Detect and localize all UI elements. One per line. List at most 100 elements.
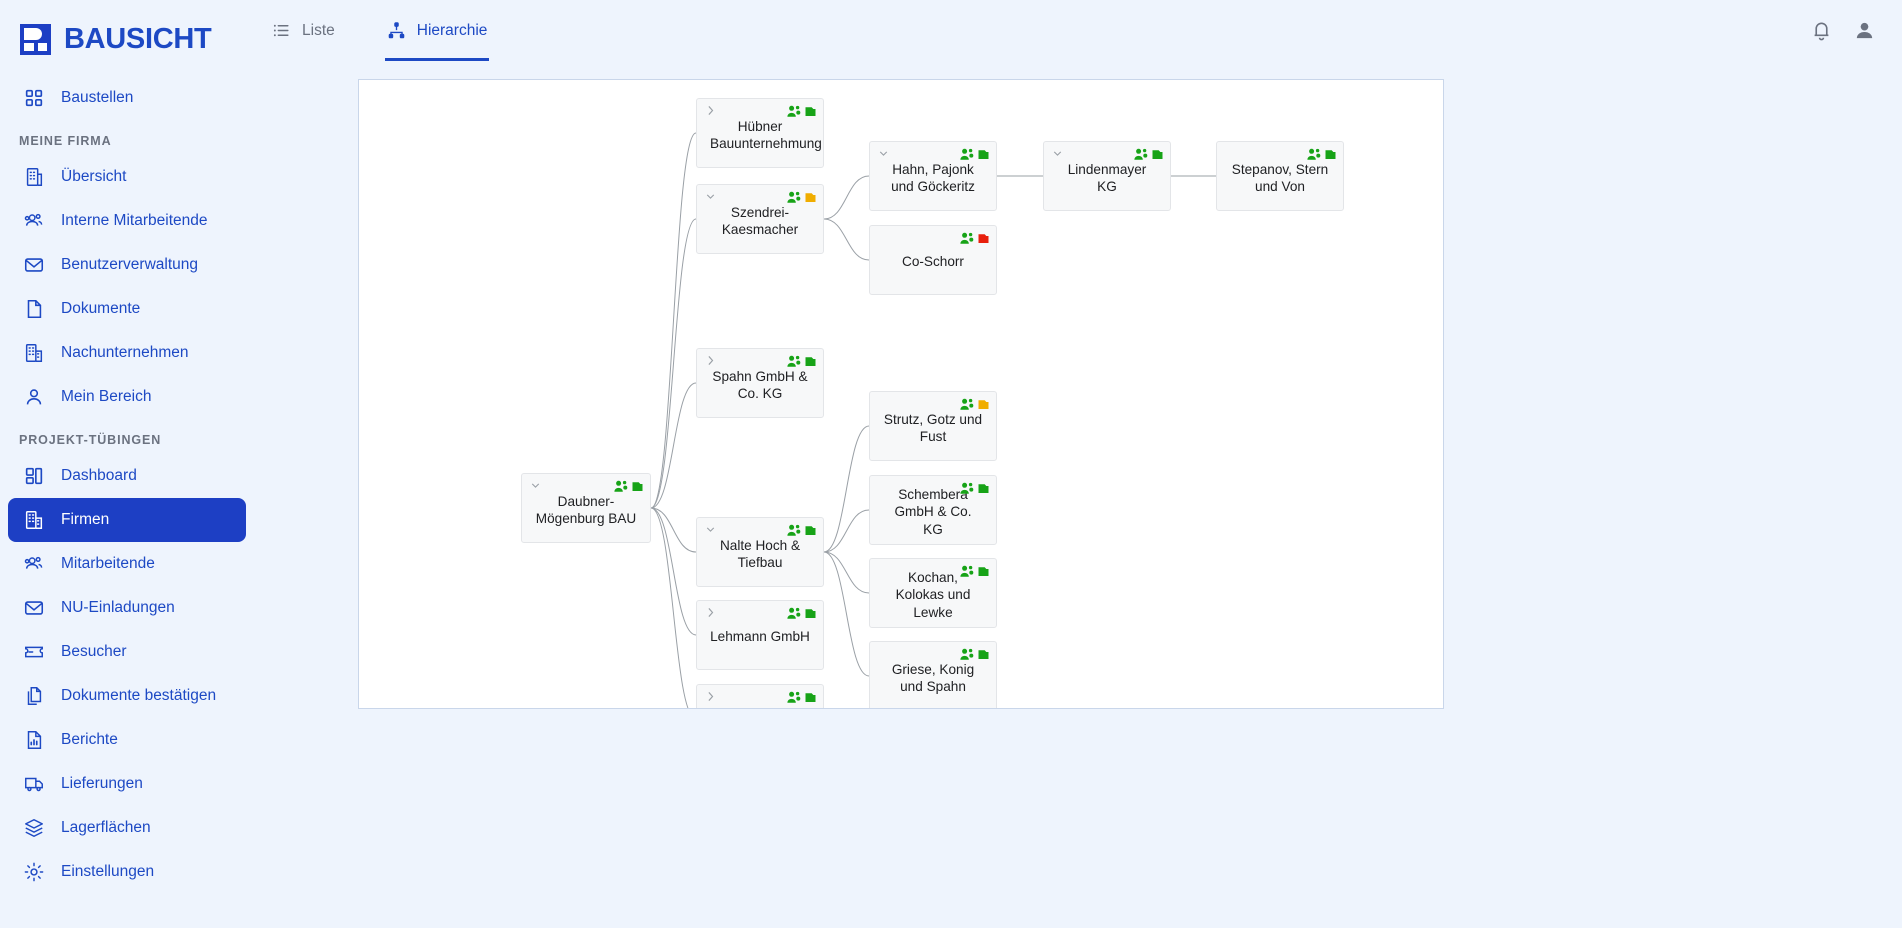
node-status-badges xyxy=(787,607,817,620)
hierarchy-node[interactable]: Kochan, Kolokas und Lewke xyxy=(869,558,997,628)
sidebar-item-firmen[interactable]: Firmen xyxy=(8,498,246,542)
building-icon xyxy=(22,166,45,189)
sidebar-item-label: Lagerflächen xyxy=(61,819,151,837)
document-status-icon xyxy=(804,105,817,118)
topbar-actions xyxy=(1810,0,1876,61)
hierarchy-node[interactable] xyxy=(696,684,824,708)
document-status-icon xyxy=(804,355,817,368)
hierarchy-canvas[interactable]: Daubner-Mögenburg BAU Hübner Bauunternehm… xyxy=(358,79,1444,709)
sidebar-item-label: Besucher xyxy=(61,643,126,661)
node-toggle-chevron-right-icon[interactable] xyxy=(703,353,717,367)
sidebar-item-label: NU-Einladungen xyxy=(61,599,175,617)
user-avatar-icon[interactable] xyxy=(1853,19,1876,42)
node-status-badges xyxy=(614,480,644,493)
hierarchy-edge xyxy=(824,426,869,552)
hierarchy-node[interactable]: Szendrei-Kaesmacher xyxy=(696,184,824,254)
app-root: BAUSICHT Baustellen MEINE FIRMA xyxy=(0,0,1902,928)
sidebar-item-dokumente[interactable]: Dokumente xyxy=(8,287,246,331)
hierarchy-edge xyxy=(651,133,696,508)
sidebar-item-berichte[interactable]: Berichte xyxy=(8,718,246,762)
node-label: Lehmann GmbH xyxy=(710,628,810,645)
node-toggle-chevron-right-icon[interactable] xyxy=(703,103,717,117)
node-toggle-chevron-down-icon[interactable] xyxy=(1050,146,1064,160)
document-status-icon xyxy=(977,232,990,245)
brand[interactable]: BAUSICHT xyxy=(0,0,262,62)
document-status-icon xyxy=(1324,148,1337,161)
hierarchy-node[interactable]: Spahn GmbH & Co. KG xyxy=(696,348,824,418)
sidebar-item-label: Baustellen xyxy=(61,89,133,107)
hierarchy-edge xyxy=(824,510,869,552)
hierarchy-node[interactable]: Hübner Bauunternehmung xyxy=(696,98,824,168)
hierarchy-node[interactable]: Co-Schorr xyxy=(869,225,997,295)
tab-hierarchie[interactable]: Hierarchie xyxy=(385,0,490,61)
envelope-icon xyxy=(22,597,45,620)
users-icon xyxy=(22,553,45,576)
view-tabs: Liste Hierarchie xyxy=(270,0,489,61)
copy-document-icon xyxy=(22,685,45,708)
node-toggle-chevron-down-icon[interactable] xyxy=(876,146,890,160)
document-status-icon xyxy=(1151,148,1164,161)
sidebar-item-baustellen[interactable]: Baustellen xyxy=(8,76,246,120)
hierarchy-node[interactable]: Strutz, Gotz und Fust xyxy=(869,391,997,461)
people-icon xyxy=(960,232,975,245)
sidebar-item-interne-mitarbeitende[interactable]: Interne Mitarbeitende xyxy=(8,199,246,243)
sidebar-item-label: Mein Bereich xyxy=(61,388,151,406)
hierarchy-node[interactable]: Hahn, Pajonk und Göckeritz xyxy=(869,141,997,211)
hierarchy-node[interactable]: Stepanov, Stern und Von xyxy=(1216,141,1344,211)
sidebar-item-label: Dashboard xyxy=(61,467,137,485)
document-status-icon xyxy=(631,480,644,493)
sidebar-item-einstellungen[interactable]: Einstellungen xyxy=(8,850,246,894)
sidebar-item-label: Einstellungen xyxy=(61,863,154,881)
tab-liste[interactable]: Liste xyxy=(270,0,337,61)
sidebar-item-uebersicht[interactable]: Übersicht xyxy=(8,155,246,199)
node-toggle-chevron-right-icon[interactable] xyxy=(703,605,717,619)
dashboard-icon xyxy=(22,465,45,488)
sidebar-item-lieferungen[interactable]: Lieferungen xyxy=(8,762,246,806)
tab-label: Liste xyxy=(302,22,335,40)
document-status-icon xyxy=(804,191,817,204)
document-status-icon xyxy=(804,607,817,620)
node-label: Lindenmayer KG xyxy=(1057,161,1157,196)
sidebar-item-mein-bereich[interactable]: Mein Bereich xyxy=(8,375,246,419)
hierarchy-node[interactable]: Lindenmayer KG xyxy=(1043,141,1171,211)
people-icon xyxy=(787,524,802,537)
sidebar: BAUSICHT Baustellen MEINE FIRMA xyxy=(0,0,262,928)
people-icon xyxy=(960,648,975,661)
sidebar-item-mitarbeitende[interactable]: Mitarbeitende xyxy=(8,542,246,586)
node-toggle-chevron-down-icon[interactable] xyxy=(703,522,717,536)
node-status-badges xyxy=(787,191,817,204)
sidebar-item-lagerflaechen[interactable]: Lagerflächen xyxy=(8,806,246,850)
sidebar-item-dashboard[interactable]: Dashboard xyxy=(8,454,246,498)
node-status-badges xyxy=(960,648,990,661)
sidebar-item-nu-einladungen[interactable]: NU-Einladungen xyxy=(8,586,246,630)
document-status-icon xyxy=(977,648,990,661)
node-label: Hübner Bauunternehmung xyxy=(710,118,810,153)
hierarchy-node[interactable]: Lehmann GmbH xyxy=(696,600,824,670)
hierarchy-edge xyxy=(651,508,696,708)
sidebar-nav: Baustellen MEINE FIRMA Übersicht xyxy=(0,62,262,894)
bausicht-logo-icon xyxy=(18,22,53,57)
hierarchy-node[interactable]: Nalte Hoch & Tiefbau xyxy=(696,517,824,587)
node-toggle-chevron-down-icon[interactable] xyxy=(703,189,717,203)
users-icon xyxy=(22,210,45,233)
sidebar-item-nachunternehmen[interactable]: Nachunternehmen xyxy=(8,331,246,375)
node-toggle-chevron-down-icon[interactable] xyxy=(528,478,542,492)
node-label: Daubner-Mögenburg BAU xyxy=(535,493,637,528)
node-toggle-chevron-right-icon[interactable] xyxy=(703,689,717,703)
node-status-badges xyxy=(1134,148,1164,161)
document-icon xyxy=(22,298,45,321)
sidebar-item-benutzerverwaltung[interactable]: Benutzerverwaltung xyxy=(8,243,246,287)
sidebar-item-besucher[interactable]: Besucher xyxy=(8,630,246,674)
document-status-icon xyxy=(804,691,817,704)
hierarchy-node[interactable]: Griese, Konig und Spahn xyxy=(869,641,997,708)
tab-label: Hierarchie xyxy=(417,22,488,40)
hierarchy-node[interactable]: Schembera GmbH & Co. KG xyxy=(869,475,997,545)
people-icon xyxy=(960,148,975,161)
main-area: Liste Hierarchie xyxy=(262,0,1902,928)
hierarchy-node[interactable]: Daubner-Mögenburg BAU xyxy=(521,473,651,543)
report-icon xyxy=(22,729,45,752)
people-icon xyxy=(787,607,802,620)
bell-icon[interactable] xyxy=(1810,19,1833,42)
building-icon xyxy=(22,509,45,532)
sidebar-item-dokumente-bestaetigen[interactable]: Dokumente bestätigen xyxy=(8,674,246,718)
